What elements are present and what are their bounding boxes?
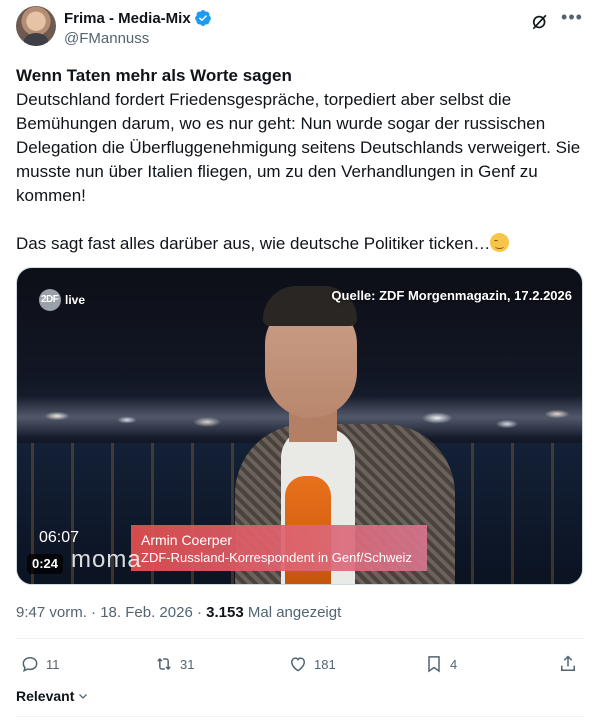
meta-separator: ·	[91, 604, 97, 621]
author-display-name[interactable]: Frima - Media-Mix	[64, 10, 191, 27]
relevant-label: Relevant	[16, 688, 75, 704]
more-options-icon[interactable]: •••	[560, 8, 584, 32]
tweet-time[interactable]: 9:47 vorm.	[16, 604, 87, 621]
divider	[16, 716, 584, 717]
meta-separator: ·	[196, 604, 202, 621]
divider	[16, 638, 584, 639]
tweet-paragraph-2-wrap: Das sagt fast alles darüber aus, wie deu…	[16, 232, 588, 256]
repost-count: 31	[180, 656, 195, 672]
author-name-row: Frima - Media-Mix	[64, 9, 212, 27]
zdf-logo: live	[39, 289, 85, 311]
author-handle[interactable]: @FMannuss	[64, 30, 149, 47]
tweet-paragraph-1: Deutschland fordert Friedensgespräche, t…	[16, 90, 581, 205]
share-icon	[561, 655, 575, 671]
bookmark-icon	[428, 656, 440, 673]
bookmark-button[interactable]: 4	[424, 650, 457, 678]
share-button[interactable]	[558, 650, 578, 678]
tweet-header: Frima - Media-Mix @FMannuss •••	[16, 6, 584, 50]
grok-icon[interactable]	[530, 12, 550, 32]
tweet-text: Wenn Taten mehr als Worte sagen Deutschl…	[16, 64, 588, 256]
avatar[interactable]	[16, 6, 56, 46]
zdf-live-label: live	[65, 293, 86, 307]
tweet-meta: 9:47 vorm. · 18. Feb. 2026 · 3.153 Mal a…	[16, 604, 341, 621]
video-duration-badge: 0:24	[27, 554, 64, 574]
tweet-title: Wenn Taten mehr als Worte sagen	[16, 66, 292, 85]
reply-count: 11	[46, 656, 60, 672]
zdf-mark-icon	[39, 289, 61, 311]
chevron-down-icon	[79, 694, 88, 699]
reply-button[interactable]: 11	[20, 650, 60, 678]
reply-icon	[22, 656, 38, 672]
lower-third-role: ZDF-Russland-Korrespondent in Genf/Schwe…	[141, 550, 412, 565]
verified-badge-icon	[194, 10, 211, 26]
video-player[interactable]: live Quelle: ZDF Morgenmagazin, 17.2.202…	[16, 267, 583, 585]
smiling-face-emoji-icon	[490, 233, 510, 252]
like-button[interactable]: 181	[288, 650, 336, 678]
like-count: 181	[314, 656, 336, 672]
lower-third-name: Armin Coerper	[141, 532, 233, 548]
moma-logo: moma	[71, 546, 142, 573]
video-source-caption: Quelle: ZDF Morgenmagazin, 17.2.2026	[331, 288, 572, 303]
repost-button[interactable]: 31	[154, 650, 194, 678]
sort-relevant-dropdown[interactable]: Relevant	[16, 688, 89, 704]
tweet-paragraph-2: Das sagt fast alles darüber aus, wie deu…	[16, 234, 491, 253]
tweet-date[interactable]: 18. Feb. 2026	[100, 604, 193, 621]
view-count: 3.153	[206, 604, 244, 621]
heart-icon	[290, 657, 306, 672]
view-count-label: Mal angezeigt	[247, 604, 342, 621]
bookmark-count: 4	[450, 656, 458, 672]
broadcast-clock: 06:07	[39, 529, 80, 546]
repost-icon	[157, 657, 171, 671]
action-bar: 11 31 181 4	[16, 650, 584, 678]
lower-third: Armin Coerper ZDF-Russland-Korrespondent…	[131, 525, 427, 571]
